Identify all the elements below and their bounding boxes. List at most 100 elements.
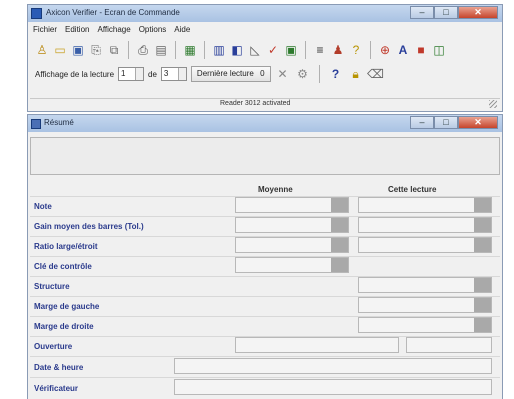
row-label-note: Note (34, 202, 52, 211)
field-indicator (474, 198, 491, 212)
column-header-cette-lecture: Cette lecture (388, 185, 437, 194)
field-indicator (474, 238, 491, 252)
copy-icon[interactable]: ⧉ (106, 42, 122, 58)
main-toolbar: ♙ ▭ ▣ ⎘ ⧉ ⎙ ▤ ▦ ▥ ◧ ◺ ✓ ▣ ≡ ♟ ? ⊕ A ■ ◫ (30, 38, 500, 62)
table-icon[interactable]: ▣ (283, 42, 299, 58)
print-icon[interactable]: ⎙ (135, 42, 151, 58)
resize-grip-icon[interactable] (489, 100, 497, 108)
menu-affichage[interactable]: Affichage (97, 25, 130, 34)
row-divider (30, 356, 500, 357)
main-window: Axicon Verifier - Ecran de Commande – □ … (27, 4, 503, 112)
list-icon[interactable]: ≡ (312, 42, 328, 58)
graph-icon[interactable]: ◺ (247, 42, 263, 58)
target-icon[interactable]: ⊕ (377, 42, 393, 58)
report-icon[interactable]: ▥ (211, 42, 227, 58)
app-icon (31, 8, 42, 19)
ouverture-field-1 (235, 337, 399, 353)
field-indicator (474, 318, 491, 332)
note-cette-field (358, 197, 492, 213)
row-label-ouverture: Ouverture (34, 342, 73, 351)
column-header-moyenne: Moyenne (258, 185, 293, 194)
question-icon[interactable]: ? (328, 66, 344, 82)
toolbar-separator (175, 41, 176, 59)
resume-minimize-button[interactable]: – (410, 116, 434, 129)
resume-titlebar[interactable]: Résumé – □ ✕ (28, 115, 502, 132)
ouverture-field-2 (406, 337, 492, 353)
bin-icon[interactable]: ⌫ (367, 66, 384, 82)
close-button[interactable]: ✕ (458, 6, 498, 19)
field-indicator (331, 238, 348, 252)
last-reading-label: Dernière lecture (196, 69, 254, 78)
main-window-title: Axicon Verifier - Ecran de Commande (46, 8, 180, 17)
open-folder-icon[interactable]: ▭ (52, 42, 68, 58)
status-text: Reader 3012 activated (220, 100, 291, 107)
row-label-marge-droite: Marge de droite (34, 322, 94, 331)
reading-navigation: Affichage de la lecture 1 de 3 Dernière … (30, 63, 500, 85)
last-reading-extra: 0 (260, 69, 265, 78)
main-titlebar[interactable]: Axicon Verifier - Ecran de Commande – □ … (28, 5, 502, 22)
menu-fichier[interactable]: Fichier (33, 25, 57, 34)
menu-aide[interactable]: Aide (174, 25, 190, 34)
marge-gauche-cette-field (358, 297, 492, 313)
de-label: de (148, 69, 157, 79)
toolbar-separator (318, 65, 320, 83)
toolbar-separator (204, 41, 205, 59)
field-indicator (474, 298, 491, 312)
delete-icon[interactable]: ✕ (275, 66, 291, 82)
color-square-icon[interactable]: ■ (413, 42, 429, 58)
affichage-label: Affichage de la lecture (35, 69, 115, 79)
total-readings-spinner[interactable]: 3 (160, 67, 187, 81)
toolbar-separator (128, 41, 129, 59)
ratio-moyenne-field (235, 237, 349, 253)
users-icon[interactable]: ♟ (330, 42, 346, 58)
resume-window-title: Résumé (44, 118, 74, 127)
cle-moyenne-field (235, 257, 349, 273)
help-icon[interactable]: ? (348, 42, 364, 58)
window-controls: – □ ✕ (410, 6, 498, 20)
calibration-icon[interactable]: ◫ (431, 42, 447, 58)
barcode-icon[interactable]: ▦ (182, 42, 198, 58)
marge-droite-cette-field (358, 317, 492, 333)
minimize-button[interactable]: – (410, 6, 434, 19)
field-indicator (474, 278, 491, 292)
check-icon[interactable]: ✓ (265, 42, 281, 58)
lock-icon[interactable]: 🔒︎ (348, 66, 364, 82)
resume-maximize-button[interactable]: □ (434, 116, 458, 129)
note-moyenne-field (235, 197, 349, 213)
maximize-button[interactable]: □ (434, 6, 458, 19)
gain-moyenne-field (235, 217, 349, 233)
row-label-gain-moyen: Gain moyen des barres (Tol.) (34, 222, 144, 231)
export-icon[interactable]: ⎘ (88, 42, 104, 58)
resume-header-panel (30, 137, 500, 175)
menu-bar: Fichier Edition Affichage Options Aide (28, 23, 502, 36)
menu-options[interactable]: Options (139, 25, 167, 34)
text-a-icon[interactable]: A (395, 42, 411, 58)
resume-close-button[interactable]: ✕ (458, 116, 498, 129)
verifier-icon[interactable]: ♙ (34, 42, 50, 58)
row-label-verificateur: Vérificateur (34, 384, 79, 393)
row-label-marge-gauche: Marge de gauche (34, 302, 100, 311)
toolbar-separator (370, 41, 371, 59)
row-label-date-heure: Date & heure (34, 363, 84, 372)
print-preview-icon[interactable]: ▤ (153, 42, 169, 58)
row-label-ratio: Ratio large/étroit (34, 242, 98, 251)
field-indicator (331, 218, 348, 232)
current-reading-spinner[interactable]: 1 (118, 67, 145, 81)
ratio-cette-field (358, 237, 492, 253)
row-label-structure: Structure (34, 282, 70, 291)
menu-edition[interactable]: Edition (65, 25, 89, 34)
resume-window-controls: – □ ✕ (410, 116, 498, 130)
last-reading-button[interactable]: Dernière lecture 0 (190, 66, 271, 82)
gain-cette-field (358, 217, 492, 233)
summary-icon[interactable]: ◧ (229, 42, 245, 58)
row-label-cle-controle: Clé de contrôle (34, 262, 92, 271)
settings-icon[interactable]: ⚙ (295, 66, 311, 82)
row-divider (30, 377, 500, 378)
resume-window-icon (31, 119, 41, 129)
status-bar: Reader 3012 activated (30, 98, 500, 110)
save-icon[interactable]: ▣ (70, 42, 86, 58)
date-heure-field (174, 358, 492, 374)
field-indicator (331, 258, 348, 272)
toolbar-separator (305, 41, 306, 59)
verificateur-field (174, 379, 492, 395)
